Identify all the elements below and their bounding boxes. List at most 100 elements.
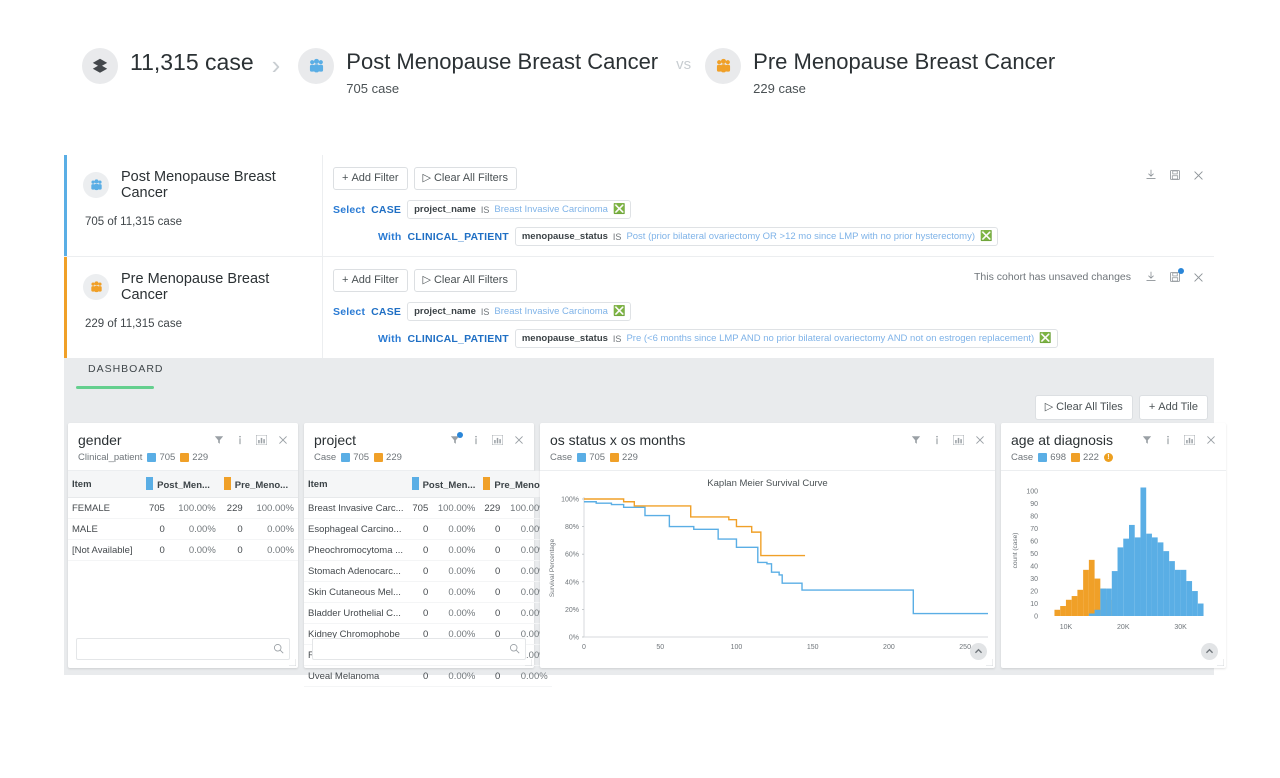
clear-all-filters-button[interactable]: ▷ Clear All Filters: [413, 269, 517, 292]
download-icon[interactable]: [1145, 169, 1157, 181]
clear-all-filters-button[interactable]: ▷ Clear All Filters: [413, 167, 517, 190]
cell-b-count: 0: [479, 539, 505, 561]
tile-grid: gender Clinical_patient 705 229 Item Pos…: [68, 423, 1226, 687]
table-row[interactable]: Uveal Melanoma 0 0.00% 0 0.00%: [304, 665, 552, 687]
close-icon[interactable]: [1193, 170, 1204, 181]
remove-filter-icon[interactable]: ❎: [980, 231, 992, 242]
legend-item: 222: [1071, 452, 1099, 463]
filter-value: Pre (<6 months since LMP AND no prior bi…: [626, 333, 1035, 344]
cell-a-pct: 100.00%: [168, 497, 220, 519]
add-filter-button[interactable]: + Add Filter: [333, 269, 408, 292]
cell-item: Stomach Adenocarc...: [304, 560, 408, 582]
table-row[interactable]: Breast Invasive Carc... 705 100.00% 229 100.…: [304, 497, 552, 519]
filter-pill[interactable]: project_name IS Breast Invasive Carcinom…: [407, 200, 632, 219]
table-row[interactable]: MALE 0 0.00% 0 0.00%: [68, 518, 298, 540]
download-icon[interactable]: [1145, 271, 1157, 283]
chart-icon[interactable]: [1184, 435, 1195, 445]
filter-pill[interactable]: project_name IS Breast Invasive Carcinom…: [407, 302, 632, 321]
breadcrumb-total[interactable]: 11,315 case: [82, 48, 254, 84]
filter-entity: CLINICAL_PATIENT: [407, 230, 509, 243]
remove-filter-icon[interactable]: ❎: [1039, 333, 1051, 344]
eraser-icon: ▷: [422, 172, 431, 184]
cohort-name: Post Menopause Breast Cancer: [121, 169, 276, 201]
clear-all-tiles-button[interactable]: ▷ Clear All Tiles: [1034, 395, 1133, 420]
filter-icon[interactable]: [911, 435, 921, 445]
legend-swatch: [577, 453, 587, 462]
filter-entity: CLINICAL_PATIENT: [407, 332, 509, 345]
save-icon[interactable]: [1169, 169, 1181, 181]
main-panel: Post Menopause Breast Cancer 705 of 11,3…: [64, 155, 1226, 687]
resize-handle[interactable]: [986, 659, 993, 666]
resize-handle[interactable]: [1217, 659, 1224, 666]
info-icon[interactable]: [235, 435, 245, 445]
remove-filter-icon[interactable]: ❎: [613, 204, 625, 215]
cohort-b-subtitle: 229 case: [753, 81, 806, 96]
chart-icon[interactable]: [953, 435, 964, 445]
close-icon[interactable]: [514, 435, 524, 445]
tile-header: gender Clinical_patient 705 229: [68, 423, 298, 471]
filter-pill[interactable]: menopause_status IS Pre (<6 months since…: [514, 329, 1058, 348]
filter-icon[interactable]: [450, 432, 463, 445]
unsaved-changes-status: This cohort has unsaved changes: [973, 271, 1131, 283]
tile-scope: Case: [314, 452, 337, 463]
cell-a-count: 0: [407, 581, 433, 603]
table-header-row: Item Post_Men... Pre_Meno...: [304, 471, 552, 498]
cell-a-pct: 0.00%: [168, 518, 220, 540]
add-tile-button[interactable]: + Add Tile: [1138, 395, 1208, 420]
save-icon[interactable]: [1169, 268, 1184, 283]
filter-pill[interactable]: menopause_status IS Post (prior bilatera…: [514, 227, 999, 246]
table-row[interactable]: FEMALE 705 100.00% 229 100.00%: [68, 497, 298, 519]
filter-icon[interactable]: [1142, 435, 1152, 445]
table-row[interactable]: Pheochromocytoma ... 0 0.00% 0 0.00%: [304, 539, 552, 561]
table-row[interactable]: [Not Available] 0 0.00% 0 0.00%: [68, 539, 298, 561]
cell-b-count: 0: [479, 560, 505, 582]
add-filter-button[interactable]: + Add Filter: [333, 167, 408, 190]
chart-icon[interactable]: [256, 435, 267, 445]
table-row[interactable]: Bladder Urothelial C... 0 0.00% 0 0.00%: [304, 602, 552, 624]
breadcrumb-cohort-b[interactable]: Pre Menopause Breast Cancer 229 case: [705, 48, 1055, 96]
filter-icon[interactable]: [214, 435, 224, 445]
cell-a-count: 0: [142, 518, 169, 540]
svg-text:150: 150: [807, 644, 819, 651]
info-icon[interactable]: [1163, 435, 1173, 445]
info-icon[interactable]: [932, 435, 942, 445]
filter-value: Breast Invasive Carcinoma: [494, 306, 608, 317]
close-icon[interactable]: [1193, 272, 1204, 283]
svg-text:80: 80: [1030, 514, 1038, 521]
cell-b-pct: 0.00%: [246, 539, 298, 561]
tile-scope: Case: [550, 452, 573, 463]
warning-icon[interactable]: !: [1103, 453, 1113, 462]
close-icon[interactable]: [1206, 435, 1216, 445]
tab-bar: DASHBOARD: [64, 358, 1214, 389]
resize-handle[interactable]: [289, 659, 296, 666]
filter-operator: IS: [612, 333, 622, 344]
filter-operator: IS: [480, 204, 490, 215]
close-icon[interactable]: [278, 435, 288, 445]
tab-dashboard[interactable]: DASHBOARD: [76, 363, 176, 383]
tile-icons: [1142, 435, 1216, 445]
km-plot: 0%20%40%60%80%100%0 50 100 150 200 250Surviva…: [549, 497, 988, 651]
breadcrumb-cohort-a[interactable]: Post Menopause Breast Cancer 705 case: [298, 48, 658, 96]
gender-search-box[interactable]: [76, 638, 290, 660]
table-row[interactable]: Skin Cutaneous Mel... 0 0.00% 0 0.00%: [304, 581, 552, 603]
cell-a-pct: 0.00%: [432, 581, 480, 603]
table-row[interactable]: Stomach Adenocarc... 0 0.00% 0 0.00%: [304, 560, 552, 582]
cell-item: Esophageal Carcino...: [304, 518, 408, 540]
chart-icon[interactable]: [492, 435, 503, 445]
filter-field: project_name: [414, 306, 476, 317]
remove-filter-icon[interactable]: ❎: [613, 306, 625, 317]
legend-item: 229: [180, 452, 208, 463]
collapse-button[interactable]: [1201, 643, 1218, 660]
breadcrumb: 11,315 case › Post Menopause Breast Canc…: [82, 48, 1055, 96]
filter-clause: Select CASE project_name IS Breast Invas…: [333, 200, 1202, 219]
collapse-button[interactable]: [970, 643, 987, 660]
project-search-box[interactable]: [312, 638, 526, 660]
info-icon[interactable]: [471, 435, 481, 445]
table-row[interactable]: Esophageal Carcino... 0 0.00% 0 0.00%: [304, 518, 552, 540]
tile-gender: gender Clinical_patient 705 229 Item Pos…: [68, 423, 298, 668]
resize-handle[interactable]: [525, 659, 532, 666]
close-icon[interactable]: [975, 435, 985, 445]
legend-swatch: [1071, 453, 1081, 462]
svg-text:100%: 100%: [561, 497, 579, 504]
svg-text:70: 70: [1030, 526, 1038, 533]
